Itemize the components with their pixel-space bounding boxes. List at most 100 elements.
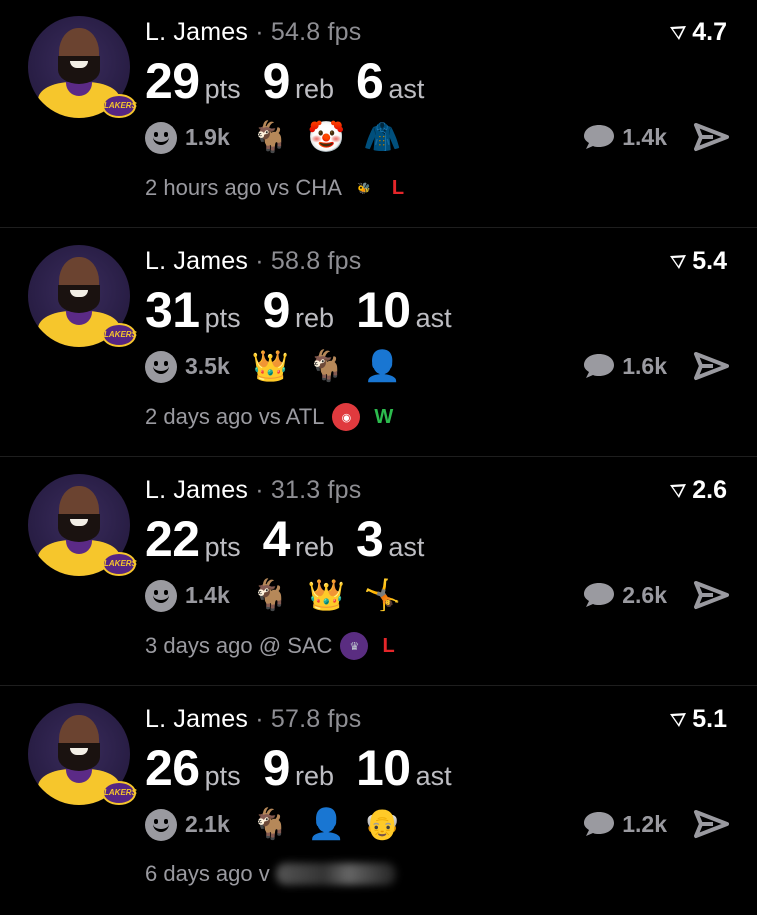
stat-line: 31 pts 9 reb 10 ast xyxy=(145,281,474,339)
share-icon[interactable] xyxy=(693,122,729,152)
points-value: 22 xyxy=(145,511,200,567)
rating-icon xyxy=(670,712,687,727)
smiley-icon xyxy=(145,350,177,383)
old-man-icon[interactable]: 👴 xyxy=(364,807,401,842)
like-count: 1.4k xyxy=(185,582,230,608)
game-time: 6 days ago v xyxy=(145,861,270,886)
game-meta: 6 days ago v xyxy=(145,861,396,887)
clown-icon[interactable]: 🤡 xyxy=(308,120,345,155)
comment-bubble-icon xyxy=(584,812,615,836)
rating-icon xyxy=(670,483,687,498)
comment-count: 1.2k xyxy=(622,810,667,837)
title-separator: · xyxy=(255,247,264,275)
goat-icon[interactable]: 🐐 xyxy=(308,349,345,384)
comments-button[interactable]: 1.4k xyxy=(582,122,729,152)
stat-line: 26 pts 9 reb 10 ast xyxy=(145,739,474,797)
smiley-icon xyxy=(145,579,177,612)
bald-person-icon[interactable]: 👤 xyxy=(308,807,345,842)
team-badge: LAKERS xyxy=(102,323,137,347)
rating: 4.7 xyxy=(668,18,727,47)
comment-count: 1.6k xyxy=(622,352,667,379)
game-meta: 2 days ago vs ATL ◉ W xyxy=(145,403,393,431)
game-result: W xyxy=(374,405,394,428)
post-title: L. James · 31.3 fps xyxy=(145,476,361,505)
game-result: L xyxy=(391,176,405,199)
comment-count: 2.6k xyxy=(622,581,667,608)
player-name[interactable]: L. James xyxy=(145,705,248,733)
points-value: 31 xyxy=(145,282,200,338)
points-label: pts xyxy=(204,303,241,333)
assists-label: ast xyxy=(415,761,452,791)
rebounds-value: 9 xyxy=(262,53,291,109)
stat-line: 22 pts 4 reb 3 ast xyxy=(145,510,446,568)
share-icon[interactable] xyxy=(693,580,729,610)
game-time: 3 days ago @ SAC xyxy=(145,633,333,658)
goat-icon[interactable]: 🐐 xyxy=(252,807,289,842)
bald-person-icon[interactable]: 👤 xyxy=(364,349,401,384)
points-label: pts xyxy=(204,74,241,104)
stat-line: 29 pts 9 reb 6 ast xyxy=(145,52,446,110)
goat-icon[interactable]: 🐐 xyxy=(252,578,289,613)
opponent-logo-icon: ♛ xyxy=(340,632,369,660)
opponent-logo-icon: 🐝 xyxy=(357,182,371,195)
game-meta: 3 days ago @ SAC ♛ L xyxy=(145,632,395,660)
comment-count: 1.4k xyxy=(622,123,667,150)
post-card[interactable]: LAKERS L. James · 58.8 fps 5.4 31 pts 9 re… xyxy=(0,229,757,457)
game-time: 2 days ago vs ATL xyxy=(145,404,325,429)
assists-label: ast xyxy=(388,74,425,104)
assists-value: 10 xyxy=(356,740,411,796)
post-card[interactable]: LAKERS L. James · 57.8 fps 5.1 26 pts 9 re… xyxy=(0,687,757,915)
like-button[interactable]: 1.4k xyxy=(145,579,230,612)
comments-button[interactable]: 1.2k xyxy=(582,809,729,839)
game-time: 2 hours ago vs CHA xyxy=(145,175,342,200)
player-name[interactable]: L. James xyxy=(145,18,248,46)
like-count: 1.9k xyxy=(185,124,230,150)
like-button[interactable]: 3.5k xyxy=(145,350,230,383)
assists-value: 10 xyxy=(356,282,411,338)
rebounds-value: 4 xyxy=(262,511,291,567)
crown-icon[interactable]: 👑 xyxy=(252,349,289,384)
assists-label: ast xyxy=(388,532,425,562)
assists-label: ast xyxy=(415,303,452,333)
points-label: pts xyxy=(204,761,241,791)
reactions-bar: 3.5k 👑 🐐 👤 xyxy=(145,349,420,384)
rating: 2.6 xyxy=(668,476,727,505)
title-separator: · xyxy=(255,18,264,46)
goat-icon[interactable]: 🐐 xyxy=(252,120,289,155)
comments-button[interactable]: 2.6k xyxy=(582,580,729,610)
fps-score: 57.8 fps xyxy=(270,705,362,733)
comment-bubble-icon xyxy=(584,583,615,607)
fps-score: 31.3 fps xyxy=(270,476,362,504)
crown-icon[interactable]: 👑 xyxy=(308,578,345,613)
rating: 5.4 xyxy=(668,247,727,276)
post-card[interactable]: LAKERS L. James · 31.3 fps 2.6 22 pts 4 re… xyxy=(0,458,757,686)
rebounds-value: 9 xyxy=(262,740,291,796)
team-badge: LAKERS xyxy=(102,781,137,805)
assists-value: 3 xyxy=(356,511,384,567)
like-count: 3.5k xyxy=(185,353,230,379)
points-value: 29 xyxy=(145,53,200,109)
team-badge: LAKERS xyxy=(102,94,137,118)
smiley-icon xyxy=(145,121,177,154)
game-result: L xyxy=(382,634,395,657)
post-title: L. James · 57.8 fps xyxy=(145,705,361,734)
reactions-bar: 2.1k 🐐 👤 👴 xyxy=(145,807,420,842)
reactions-bar: 1.4k 🐐 👑 🤸 xyxy=(145,578,420,613)
player-name[interactable]: L. James xyxy=(145,476,248,504)
like-button[interactable]: 1.9k xyxy=(145,121,230,154)
share-icon[interactable] xyxy=(693,809,729,839)
like-count: 2.1k xyxy=(185,811,230,837)
like-button[interactable]: 2.1k xyxy=(145,808,230,841)
post-card[interactable]: LAKERS L. James · 54.8 fps 4.7 29 pts 9 re… xyxy=(0,0,757,228)
comments-button[interactable]: 1.6k xyxy=(582,351,729,381)
rebounds-label: reb xyxy=(294,74,334,104)
fps-score: 58.8 fps xyxy=(270,247,362,275)
rebounds-label: reb xyxy=(294,303,334,333)
hoodie-figure-icon[interactable]: 🧥 xyxy=(364,120,401,155)
points-value: 26 xyxy=(145,740,200,796)
title-separator: · xyxy=(255,705,264,733)
dancer-icon[interactable]: 🤸 xyxy=(364,578,401,613)
rating-value: 4.7 xyxy=(692,18,727,46)
share-icon[interactable] xyxy=(693,351,729,381)
player-name[interactable]: L. James xyxy=(145,247,248,275)
